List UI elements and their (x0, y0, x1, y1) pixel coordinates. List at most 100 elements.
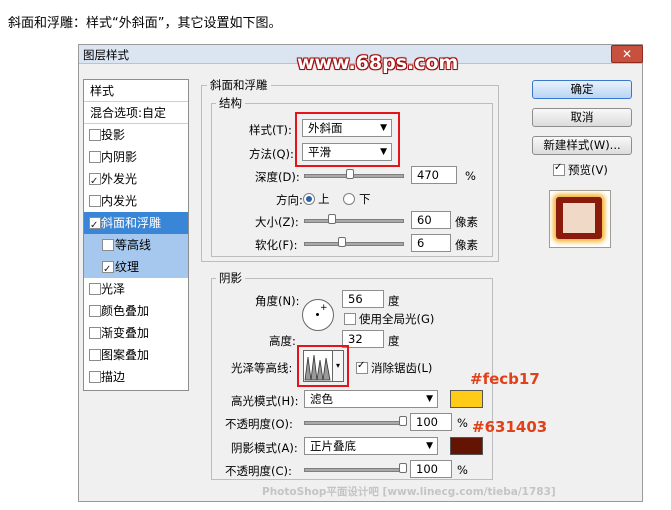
size-unit: 像素 (455, 215, 478, 229)
highlight-opacity-input[interactable]: 100 (410, 413, 452, 431)
structure-title: 结构 (216, 95, 245, 111)
method-label: 方法(Q): (249, 147, 294, 161)
size-slider[interactable] (304, 219, 404, 223)
cancel-button[interactable]: 取消 (532, 108, 632, 127)
altitude-unit: 度 (388, 334, 400, 348)
soften-slider-thumb[interactable] (338, 237, 346, 247)
style-item-checkbox[interactable] (89, 305, 101, 317)
style-item-checkbox[interactable] (89, 215, 101, 237)
close-button[interactable]: ✕ (611, 45, 643, 63)
style-item-2[interactable]: 外发光 (84, 168, 188, 193)
style-item-1[interactable]: 内阴影 (84, 146, 188, 168)
style-item-label: 内发光 (101, 194, 138, 208)
size-label: 大小(Z): (255, 215, 299, 229)
shadow-hex-annotation: #631403 (472, 418, 548, 436)
style-item-label: 斜面和浮雕 (101, 216, 162, 230)
dialog-title: 图层样式 (83, 48, 129, 62)
style-item-label: 描边 (101, 370, 126, 384)
style-item-checkbox[interactable] (89, 171, 101, 193)
shadow-opacity-input[interactable]: 100 (410, 460, 452, 478)
angle-unit: 度 (388, 294, 400, 308)
soften-slider[interactable] (304, 242, 404, 246)
direction-label: 方向: (276, 193, 303, 207)
shadow-opacity-thumb[interactable] (399, 463, 407, 473)
depth-slider[interactable] (304, 174, 404, 178)
shadow-opacity-slider[interactable] (304, 468, 406, 472)
checkmark-icon: ✓ (554, 162, 563, 173)
angle-dial[interactable]: + (302, 299, 334, 331)
global-light-checkbox[interactable] (344, 313, 356, 325)
highlight-mode-select[interactable]: 滤色 ▼ (304, 390, 438, 408)
preview-checkbox[interactable]: ✓ (553, 162, 565, 176)
bevel-emboss-title: 斜面和浮雕 (207, 77, 271, 93)
style-item-checkbox[interactable] (89, 151, 101, 163)
antialias-checkbox[interactable]: ✓ (356, 360, 368, 374)
preview-inner (563, 203, 595, 233)
style-item-10[interactable]: 图案叠加 (84, 344, 188, 366)
angle-dial-center (316, 313, 319, 316)
highlight-color-swatch[interactable] (450, 390, 483, 408)
shadow-opacity-label: 不透明度(C): (225, 464, 292, 478)
style-item-label: 纹理 (115, 260, 140, 274)
style-item-checkbox[interactable] (89, 371, 101, 383)
style-item-checkbox[interactable] (102, 239, 114, 251)
style-item-checkbox[interactable] (89, 349, 101, 361)
style-item-label: 投影 (101, 128, 126, 142)
size-input[interactable]: 60 (411, 211, 451, 229)
crosshair-icon: + (320, 303, 328, 313)
style-item-8[interactable]: 颜色叠加 (84, 300, 188, 322)
preview-label: 预览(V) (568, 163, 608, 177)
style-item-0[interactable]: 投影 (84, 124, 188, 146)
style-item-label: 光泽 (101, 282, 126, 296)
style-item-checkbox[interactable] (89, 195, 101, 207)
footer-watermark: PhotoShop平面设计吧 [www.linecg.com/tieba/178… (262, 486, 556, 498)
depth-input[interactable]: 470 (411, 166, 457, 184)
direction-up-label: 上 (318, 192, 330, 206)
highlight-opacity-thumb[interactable] (399, 416, 407, 426)
style-list: 样式 混合选项:自定 投影内阴影外发光内发光斜面和浮雕等高线纹理光泽颜色叠加渐变… (83, 79, 189, 391)
style-item-label: 等高线 (115, 238, 152, 252)
antialias-label: 消除锯齿(L) (371, 361, 433, 375)
highlight-box-structure (295, 112, 400, 167)
style-item-label: 颜色叠加 (101, 304, 150, 318)
soften-input[interactable]: 6 (411, 234, 451, 252)
new-style-button[interactable]: 新建样式(W)... (532, 136, 632, 155)
global-light-label: 使用全局光(G) (359, 312, 435, 326)
checkmark-icon: ✓ (357, 360, 366, 371)
style-item-6[interactable]: 纹理 (84, 256, 188, 281)
style-item-11[interactable]: 描边 (84, 366, 188, 388)
layer-style-dialog: 图层样式 ✕ 样式 混合选项:自定 投影内阴影外发光内发光斜面和浮雕等高线纹理光… (78, 44, 643, 502)
blend-options-item[interactable]: 混合选项:自定 (84, 102, 188, 124)
style-item-5[interactable]: 等高线 (84, 234, 188, 256)
style-item-7[interactable]: 光泽 (84, 278, 188, 300)
style-item-4[interactable]: 斜面和浮雕 (84, 212, 188, 237)
style-item-label: 内阴影 (101, 150, 138, 164)
direction-down-radio[interactable] (343, 193, 355, 205)
altitude-label: 高度: (269, 334, 296, 348)
shading-title: 阴影 (216, 270, 245, 286)
site-watermark: www.68ps.com (297, 52, 459, 74)
style-item-checkbox[interactable] (89, 283, 101, 295)
depth-slider-thumb[interactable] (346, 169, 354, 179)
highlight-hex-annotation: #fecb17 (470, 370, 540, 388)
highlight-opacity-label: 不透明度(O): (225, 417, 293, 431)
style-item-label: 渐变叠加 (101, 326, 150, 340)
size-slider-thumb[interactable] (328, 214, 336, 224)
style-list-header[interactable]: 样式 (84, 80, 188, 102)
ok-button[interactable]: 确定 (532, 80, 632, 99)
shadow-mode-value: 正片叠底 (310, 439, 356, 453)
instruction-text: 斜面和浮雕：样式“外斜面”，其它设置如下图。 (8, 16, 282, 31)
shadow-mode-select[interactable]: 正片叠底 ▼ (304, 437, 438, 455)
style-item-9[interactable]: 渐变叠加 (84, 322, 188, 344)
style-item-checkbox[interactable] (89, 327, 101, 339)
shadow-color-swatch[interactable] (450, 437, 483, 455)
style-item-checkbox[interactable] (89, 129, 101, 141)
style-item-label: 图案叠加 (101, 348, 150, 362)
style-item-3[interactable]: 内发光 (84, 190, 188, 212)
style-item-checkbox[interactable] (102, 259, 114, 281)
highlight-opacity-slider[interactable] (304, 421, 406, 425)
angle-input[interactable]: 56 (342, 290, 384, 308)
direction-up-radio[interactable] (303, 193, 315, 205)
soften-label: 软化(F): (255, 238, 298, 252)
angle-label: 角度(N): (255, 294, 300, 308)
